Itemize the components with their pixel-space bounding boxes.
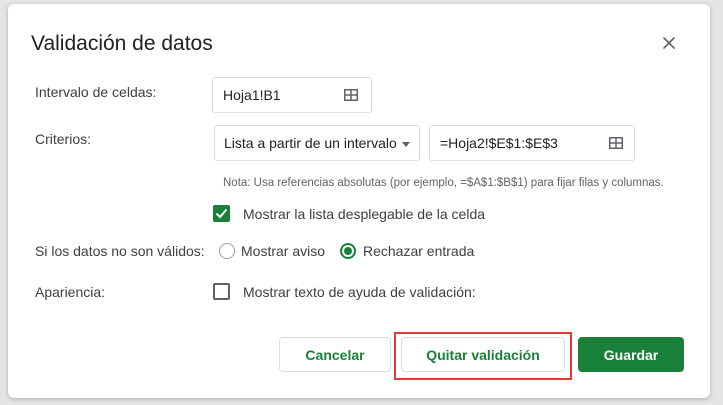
criteria-type-select[interactable]: Lista a partir de un intervalo [214,125,420,161]
data-validation-dialog: Validación de datos Intervalo de celdas:… [8,4,710,398]
help-text-label: Mostrar texto de ayuda de validación: [243,284,476,300]
reject-input-label: Rechazar entrada [363,243,475,259]
show-dropdown-checkbox[interactable] [213,205,230,222]
save-button[interactable]: Guardar [578,337,684,372]
grid-icon[interactable] [609,137,623,149]
invalid-data-label: Si los datos no son válidos: [35,243,205,259]
grid-icon[interactable] [344,89,358,101]
range-label: Intervalo de celdas: [35,84,157,100]
criteria-type-value: Lista a partir de un intervalo [224,135,397,151]
criteria-note: Nota: Usa referencias absolutas (por eje… [223,177,664,189]
show-warning-label: Mostrar aviso [241,243,326,259]
chevron-down-icon [402,142,410,147]
close-icon [663,37,675,49]
cancel-button[interactable]: Cancelar [279,337,391,372]
remove-validation-button[interactable]: Quitar validación [401,337,565,372]
checkmark-icon [215,208,228,219]
range-value: Hoja1!B1 [223,87,281,103]
criteria-label: Criterios: [35,131,92,147]
help-text-checkbox[interactable] [213,283,230,300]
appearance-label: Apariencia: [35,284,106,300]
show-dropdown-label: Mostrar la lista desplegable de la celda [243,206,486,222]
criteria-range-input[interactable]: =Hoja2!$E$1:$E$3 [429,125,635,161]
close-button[interactable] [658,32,680,54]
range-input[interactable]: Hoja1!B1 [212,77,372,113]
show-warning-radio[interactable] [219,243,235,259]
criteria-range-value: =Hoja2!$E$1:$E$3 [440,135,558,151]
dialog-title: Validación de datos [31,32,213,55]
reject-input-radio[interactable] [340,243,356,259]
